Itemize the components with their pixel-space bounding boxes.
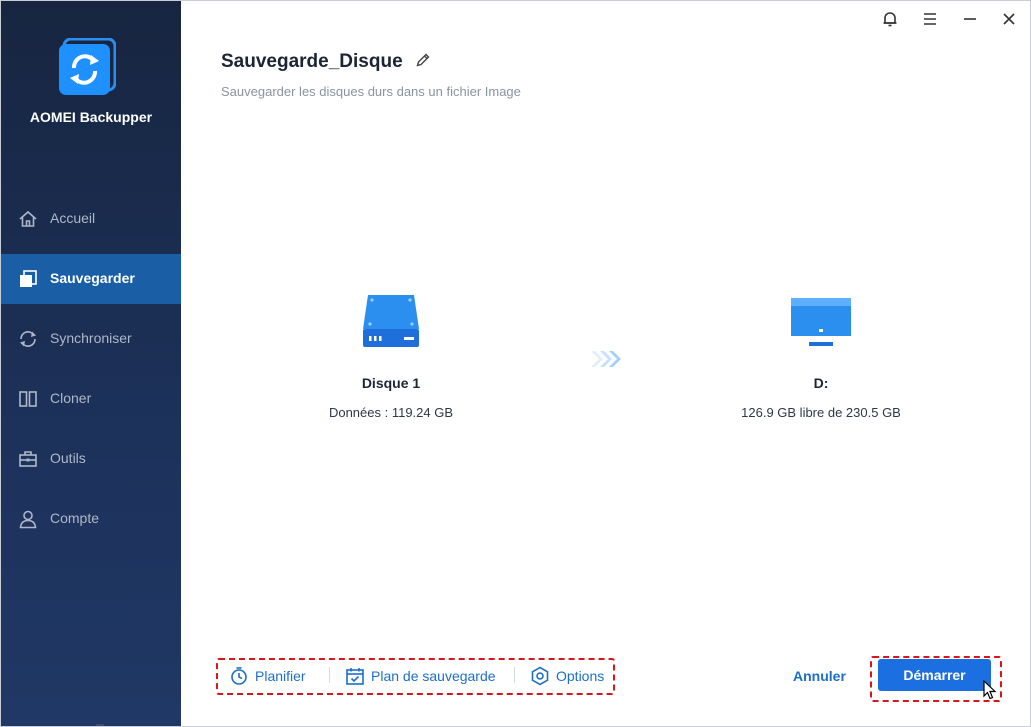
sidebar-item-label: Synchroniser — [50, 330, 132, 346]
monitor-icon[interactable] — [789, 296, 853, 348]
sidebar-item-label: Accueil — [50, 210, 96, 226]
schedule-button[interactable]: Planifier — [229, 665, 306, 687]
sync-icon — [20, 331, 36, 347]
toolbox-icon — [19, 451, 37, 467]
home-icon — [19, 210, 37, 227]
edit-icon[interactable] — [415, 52, 431, 68]
divider — [329, 667, 330, 683]
sidebar-item-sauvegarder[interactable]: Sauvegarder — [1, 254, 181, 304]
options-button[interactable]: Options — [530, 665, 604, 687]
user-icon — [19, 510, 37, 529]
gear-icon — [531, 666, 549, 686]
calendar-check-icon — [346, 668, 364, 685]
sidebar-item-outils[interactable]: Outils — [1, 434, 181, 484]
source-info: Données : 119.24 GB — [328, 405, 454, 420]
sidebar-item-label: Cloner — [50, 390, 92, 406]
sidebar-item-compte[interactable]: Compte — [1, 494, 181, 544]
backup-icon — [20, 270, 37, 287]
stopwatch-icon — [231, 667, 247, 685]
start-button[interactable]: Démarrer — [878, 659, 991, 691]
cancel-button[interactable]: Annuler — [793, 668, 846, 684]
mouse-cursor-icon — [983, 680, 997, 700]
source-name: Disque 1 — [361, 375, 421, 391]
direction-arrows-icon — [591, 351, 621, 367]
minimize-icon[interactable] — [960, 9, 980, 29]
sidebar-item-label: Compte — [50, 510, 100, 526]
close-icon[interactable] — [999, 9, 1019, 29]
sidebar-item-synchroniser[interactable]: Synchroniser — [1, 314, 181, 364]
app-name: AOMEI Backupper — [29, 109, 153, 125]
sidebar-item-accueil[interactable]: Accueil — [1, 194, 181, 244]
page-subtitle: Sauvegarder les disques durs dans un fic… — [221, 84, 521, 99]
clone-icon — [19, 391, 37, 407]
bell-icon[interactable] — [880, 9, 900, 29]
page-title: Sauvegarde_Disque — [221, 51, 403, 72]
hard-disk-icon[interactable] — [361, 291, 421, 351]
backup-scheme-button[interactable]: Plan de sauvegarde — [345, 665, 496, 687]
menu-icon[interactable] — [920, 9, 940, 29]
sidebar: AOMEI Backupper Accueil Sauvegarder Sync… — [1, 1, 181, 726]
sidebar-item-label: Sauvegarder — [50, 270, 135, 286]
schedule-label: Planifier — [255, 668, 306, 684]
backup-scheme-label: Plan de sauvegarde — [371, 668, 496, 684]
sidebar-item-label: Outils — [50, 450, 86, 466]
divider — [514, 667, 515, 683]
sync-logo-icon — [59, 38, 116, 95]
sidebar-item-cloner[interactable]: Cloner — [1, 374, 181, 424]
destination-info: 126.9 GB libre de 230.5 GB — [741, 405, 901, 420]
destination-name: D: — [813, 375, 829, 391]
options-label: Options — [556, 668, 605, 684]
app-window: AOMEI Backupper Accueil Sauvegarder Sync… — [0, 0, 1031, 727]
